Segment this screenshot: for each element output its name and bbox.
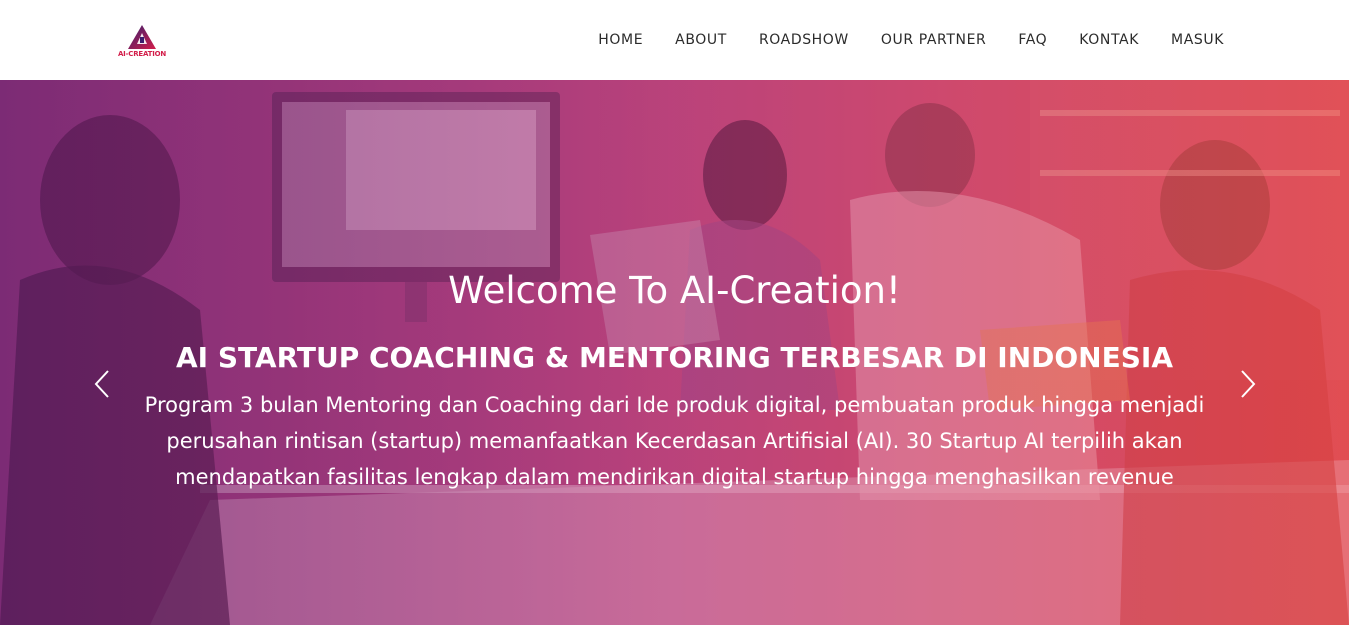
logo-triangle-icon — [128, 25, 156, 49]
nav-home[interactable]: HOME — [598, 30, 643, 50]
hero-carousel: Welcome To AI-Creation! AI STARTUP COACH… — [0, 80, 1349, 625]
carousel-prev-button[interactable] — [90, 367, 114, 401]
hero-headline: AI STARTUP COACHING & MENTORING TERBESAR… — [176, 341, 1173, 374]
main-nav: HOME ABOUT ROADSHOW OUR PARTNER FAQ KONT… — [598, 30, 1224, 50]
carousel-next-button[interactable] — [1236, 367, 1260, 401]
nav-faq[interactable]: FAQ — [1018, 30, 1047, 50]
nav-masuk[interactable]: MASUK — [1171, 30, 1224, 50]
nav-our-partner[interactable]: OUR PARTNER — [881, 30, 986, 50]
site-header: AI-CREATION HOME ABOUT ROADSHOW OUR PART… — [0, 0, 1349, 80]
chevron-right-icon — [1241, 370, 1256, 398]
nav-kontak[interactable]: KONTAK — [1079, 30, 1139, 50]
nav-about[interactable]: ABOUT — [675, 30, 727, 50]
hero-content: Welcome To AI-Creation! AI STARTUP COACH… — [0, 80, 1349, 625]
logo[interactable]: AI-CREATION — [113, 24, 171, 60]
chevron-left-icon — [94, 370, 109, 398]
hero-welcome-title: Welcome To AI-Creation! — [448, 269, 901, 312]
nav-roadshow[interactable]: ROADSHOW — [759, 30, 849, 50]
logo-text: AI-CREATION — [117, 50, 167, 58]
hero-description: Program 3 bulan Mentoring dan Coaching d… — [144, 393, 1205, 489]
